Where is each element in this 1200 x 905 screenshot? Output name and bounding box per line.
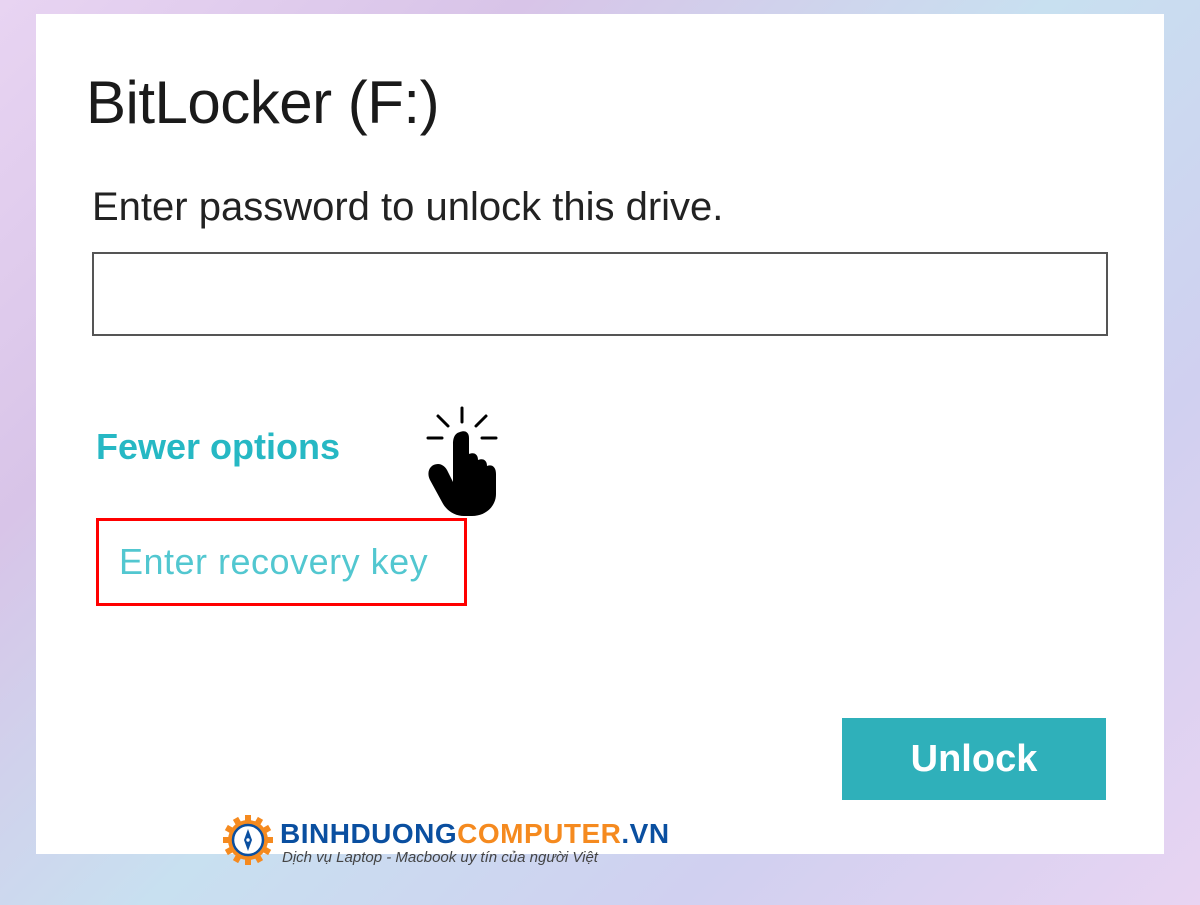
enter-recovery-key-link[interactable]: Enter recovery key: [119, 541, 428, 582]
watermark: BINHDUONGCOMPUTER.VN Dịch vụ Laptop - Ma…: [222, 814, 670, 871]
watermark-brand: BINHDUONGCOMPUTER.VN: [280, 819, 670, 848]
bitlocker-dialog: BitLocker (F:) Enter password to unlock …: [36, 14, 1164, 854]
password-input[interactable]: [92, 252, 1108, 336]
unlock-button[interactable]: Unlock: [842, 718, 1106, 800]
fewer-options-link[interactable]: Fewer options: [96, 426, 340, 468]
options-area: Fewer options Enter recovery key: [96, 426, 1114, 606]
watermark-tagline: Dịch vụ Laptop - Macbook uy tín của ngườ…: [282, 850, 670, 866]
dialog-title: BitLocker (F:): [86, 68, 1114, 137]
compass-gear-icon: [222, 814, 274, 871]
recovery-highlight-box: Enter recovery key: [96, 518, 467, 606]
watermark-text: BINHDUONGCOMPUTER.VN Dịch vụ Laptop - Ma…: [280, 819, 670, 866]
password-prompt: Enter password to unlock this drive.: [92, 185, 1114, 230]
